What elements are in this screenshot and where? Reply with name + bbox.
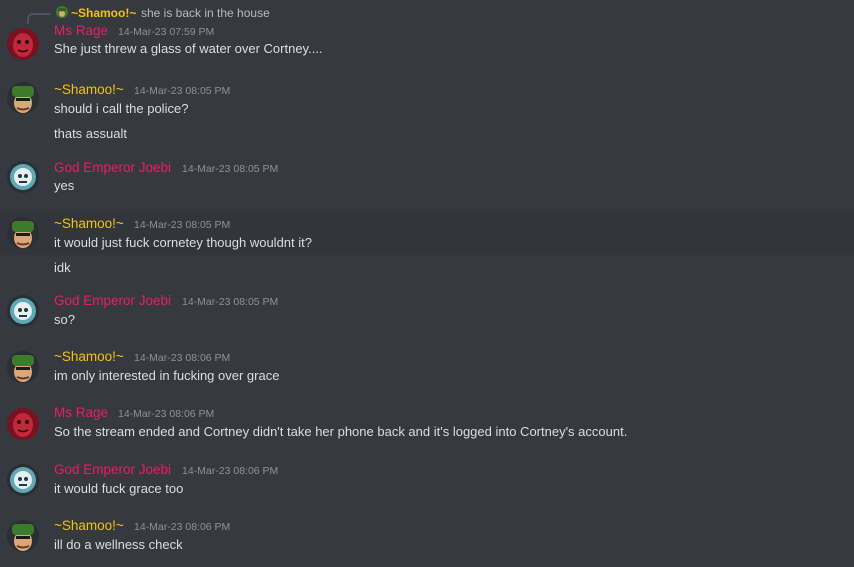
message-text: thats assualt [54,126,127,141]
message: God Emperor Joebi 14-Mar-23 08:06 PM it … [0,458,854,506]
timestamp: 14-Mar-23 08:06 PM [118,408,215,420]
timestamp: 14-Mar-23 07:59 PM [118,26,215,38]
red-face-avatar-icon[interactable] [7,28,39,60]
timestamp: 14-Mar-23 08:06 PM [134,352,231,364]
soldier-avatar-icon[interactable] [7,217,39,249]
soldier-avatar-icon[interactable] [7,520,39,552]
timestamp: 14-Mar-23 08:05 PM [134,219,231,231]
reply-author[interactable]: ~Shamoo!~ [71,6,136,20]
author-name[interactable]: God Emperor Joebi [54,293,171,308]
robot-head-avatar-icon[interactable] [7,295,39,327]
message-text: idk [54,260,71,275]
robot-head-avatar-icon[interactable] [7,161,39,193]
message-text: should i call the police? [54,101,189,116]
message: God Emperor Joebi 14-Mar-23 08:05 PM so? [0,289,854,337]
author-name[interactable]: Ms Rage [54,23,108,38]
author-name[interactable]: ~Shamoo!~ [54,216,124,231]
robot-head-avatar-icon[interactable] [7,464,39,496]
message: Ms Rage 14-Mar-23 08:06 PM So the stream… [0,402,854,450]
timestamp: 14-Mar-23 08:05 PM [182,296,279,308]
author-name[interactable]: Ms Rage [54,405,108,420]
timestamp: 14-Mar-23 08:06 PM [134,521,231,533]
author-name[interactable]: ~Shamoo!~ [54,82,124,97]
message: ~Shamoo!~ 14-Mar-23 08:05 PM it would ju… [0,211,854,255]
message-text: So the stream ended and Cortney didn't t… [54,424,628,439]
message-text: im only interested in fucking over grace [54,368,280,383]
message: Ms Rage 14-Mar-23 07:59 PM She just thre… [0,20,854,64]
message-text: it would just fuck cornetey though would… [54,235,312,250]
reply-text[interactable]: she is back in the house [141,6,270,20]
red-face-avatar-icon[interactable] [7,408,39,440]
message-text: She just threw a glass of water over Cor… [54,41,323,56]
soldier-avatar-icon [56,6,68,18]
author-name[interactable]: ~Shamoo!~ [54,349,124,364]
message-text: ill do a wellness check [54,537,183,552]
author-name[interactable]: ~Shamoo!~ [54,518,124,533]
message: God Emperor Joebi 14-Mar-23 08:05 PM yes [0,155,854,203]
timestamp: 14-Mar-23 08:05 PM [134,85,231,97]
message-text: so? [54,312,75,327]
timestamp: 14-Mar-23 08:06 PM [182,465,279,477]
timestamp: 14-Mar-23 08:05 PM [182,163,279,175]
author-name[interactable]: God Emperor Joebi [54,462,171,477]
message-continuation: idk [0,255,854,281]
message: ~Shamoo!~ 14-Mar-23 08:06 PM im only int… [0,345,854,393]
soldier-avatar-icon[interactable] [7,82,39,114]
message: ~Shamoo!~ 14-Mar-23 08:05 PM should i ca… [0,76,854,146]
author-name[interactable]: God Emperor Joebi [54,160,171,175]
message-text: it would fuck grace too [54,481,184,496]
soldier-avatar-icon[interactable] [7,351,39,383]
message-text: yes [54,178,75,193]
message: ~Shamoo!~ 14-Mar-23 08:06 PM ill do a we… [0,514,854,564]
